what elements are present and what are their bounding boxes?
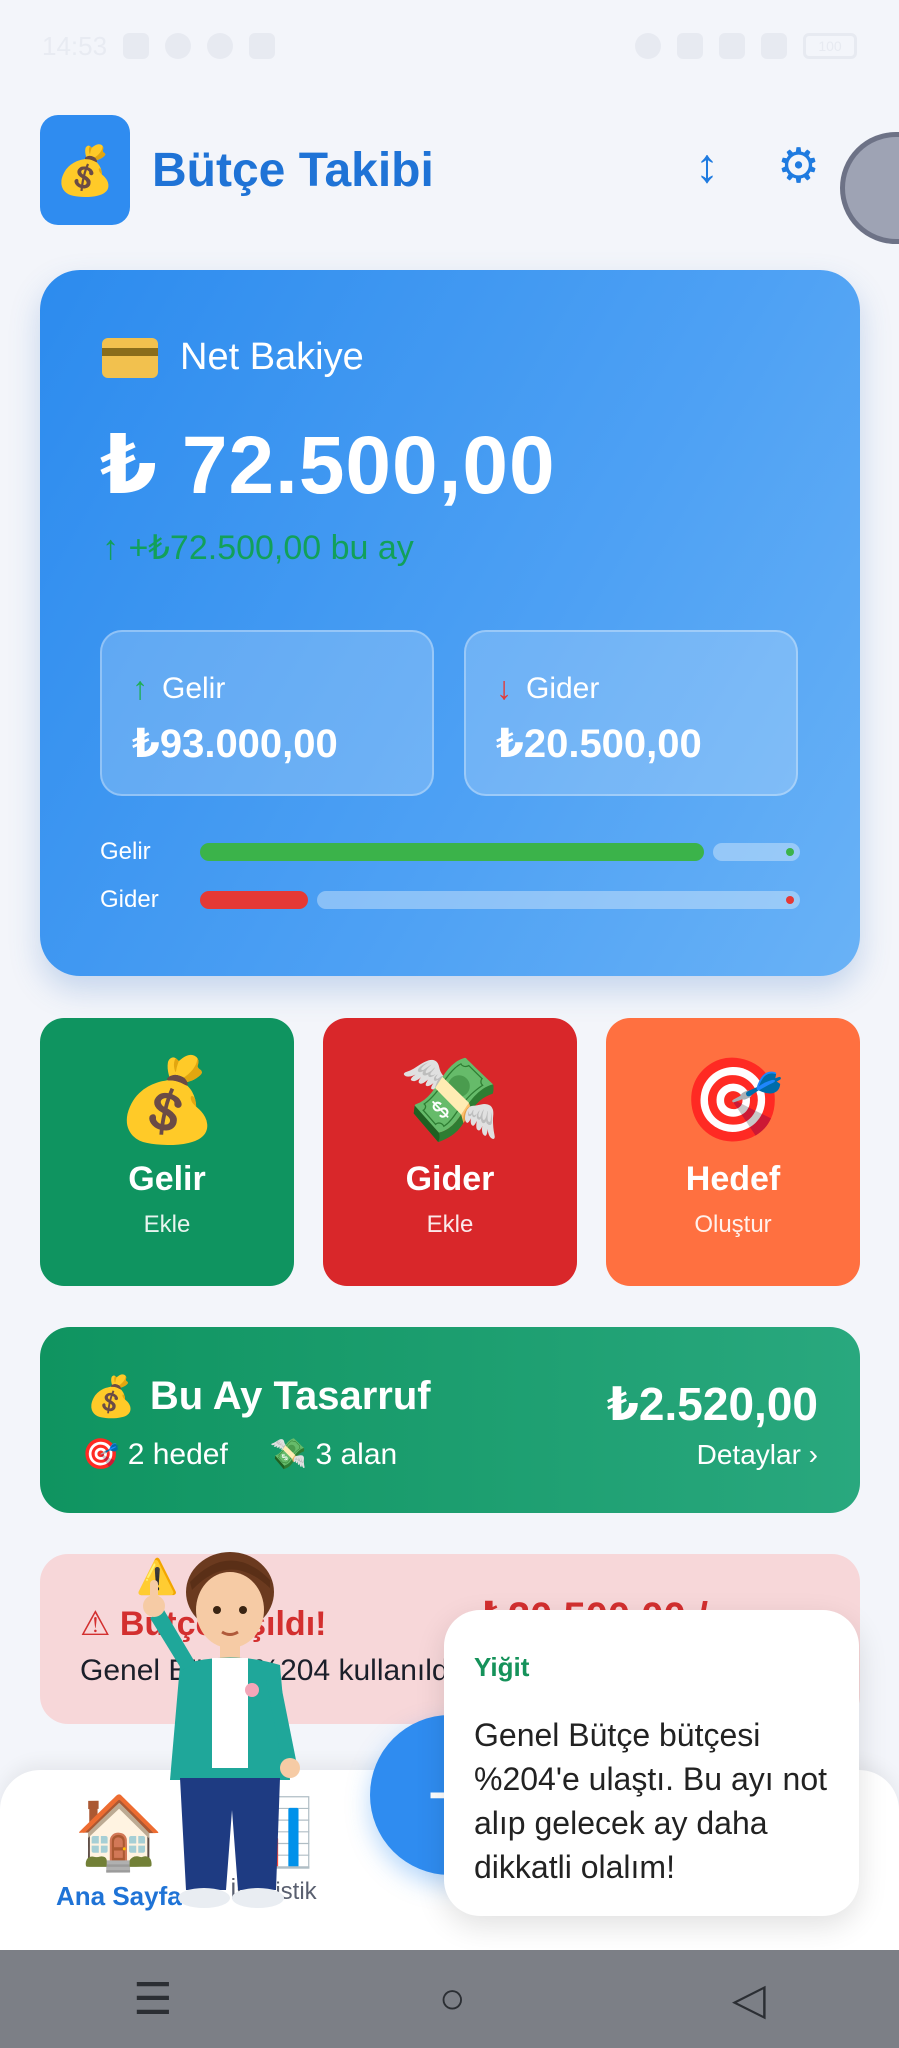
add-income-button[interactable]: 💰 Gelir Ekle: [40, 1018, 294, 1286]
arrow-up-icon: ↑: [132, 670, 148, 706]
arrow-down-icon: ↓: [496, 670, 512, 706]
notification-icon: [123, 33, 150, 59]
signal-icon: [761, 33, 787, 59]
income-summary: ↑ Gelir ₺93.000,00: [100, 630, 434, 796]
status-bar: 14:53 100: [0, 0, 899, 92]
assistant-message: Genel Bütçe bütçesi %204'e ulaştı. Bu ay…: [474, 1717, 827, 1885]
app-header: 💰 Bütçe Takibi ↕ ⚙: [40, 115, 899, 225]
goals-count: 🎯 2 hedef: [82, 1438, 228, 1471]
bluetooth-icon: [677, 33, 703, 59]
areas-count: 💸 3 alan: [269, 1438, 398, 1471]
expense-bar-label: Gider: [100, 886, 159, 913]
battery-icon: 100: [803, 33, 857, 59]
income-bar-label: Gelir: [100, 838, 151, 865]
home-circle-icon[interactable]: ○: [439, 1974, 466, 2024]
notification-icon: [165, 33, 192, 59]
alarm-icon: [635, 33, 661, 59]
expense-progress-bar: [200, 891, 308, 909]
income-label: Gelir: [162, 671, 226, 705]
savings-amount: ₺2.520,00: [606, 1378, 818, 1430]
clock: 14:53: [42, 30, 108, 61]
assistant-name: Yiğit: [474, 1652, 530, 1682]
balance-label: Net Bakiye: [180, 336, 364, 378]
add-expense-button[interactable]: 💸 Gider Ekle: [323, 1018, 577, 1286]
expense-label: Gider: [526, 671, 600, 705]
balance-amount: ₺ 72.500,00: [100, 420, 556, 511]
money-bag-icon: 💰: [40, 115, 130, 225]
savings-title: Bu Ay Tasarruf: [149, 1374, 431, 1418]
credit-card-icon: [102, 337, 158, 378]
balance-change: ↑ +₺72.500,00 bu ay: [102, 529, 414, 567]
facebook-icon: [207, 33, 234, 59]
expense-summary: ↓ Gider ₺20.500,00: [464, 630, 798, 796]
income-progress-bar: [200, 843, 704, 861]
expense-value: ₺20.500,00: [496, 722, 702, 766]
assistant-avatar[interactable]: [120, 1540, 340, 1920]
assistant-speech-bubble[interactable]: Yiğit Genel Bütçe bütçesi %204'e ulaştı.…: [444, 1610, 859, 1916]
back-triangle-icon[interactable]: ◁: [732, 1974, 766, 2025]
money-bag-icon: 💰: [86, 1375, 136, 1419]
expense-bar-row: Gider: [100, 886, 800, 914]
wifi-icon: [719, 33, 745, 59]
recent-apps-icon[interactable]: ☰: [133, 1974, 172, 2025]
income-value: ₺93.000,00: [132, 722, 338, 766]
gear-icon[interactable]: ⚙: [777, 143, 820, 191]
notification-icon: [249, 33, 276, 59]
money-bag-icon: 💰: [115, 1055, 219, 1146]
page-title: Bütçe Takibi: [152, 143, 434, 197]
target-icon: 🎯: [681, 1055, 785, 1146]
create-goal-button[interactable]: 🎯 Hedef Oluştur: [606, 1018, 860, 1286]
details-link[interactable]: Detaylar ›: [697, 1439, 818, 1471]
system-navigation-bar: ☰ ○ ◁: [0, 1950, 899, 2048]
income-bar-row: Gelir: [100, 838, 800, 866]
balance-card: Net Bakiye ₺ 72.500,00 ↑ +₺72.500,00 bu …: [40, 270, 860, 976]
sort-arrows-icon[interactable]: ↕: [695, 143, 719, 191]
savings-card[interactable]: 💰 Bu Ay Tasarruf 🎯 2 hedef 💸 3 alan ₺2.5…: [40, 1327, 860, 1513]
money-wings-icon: 💸: [398, 1055, 502, 1146]
